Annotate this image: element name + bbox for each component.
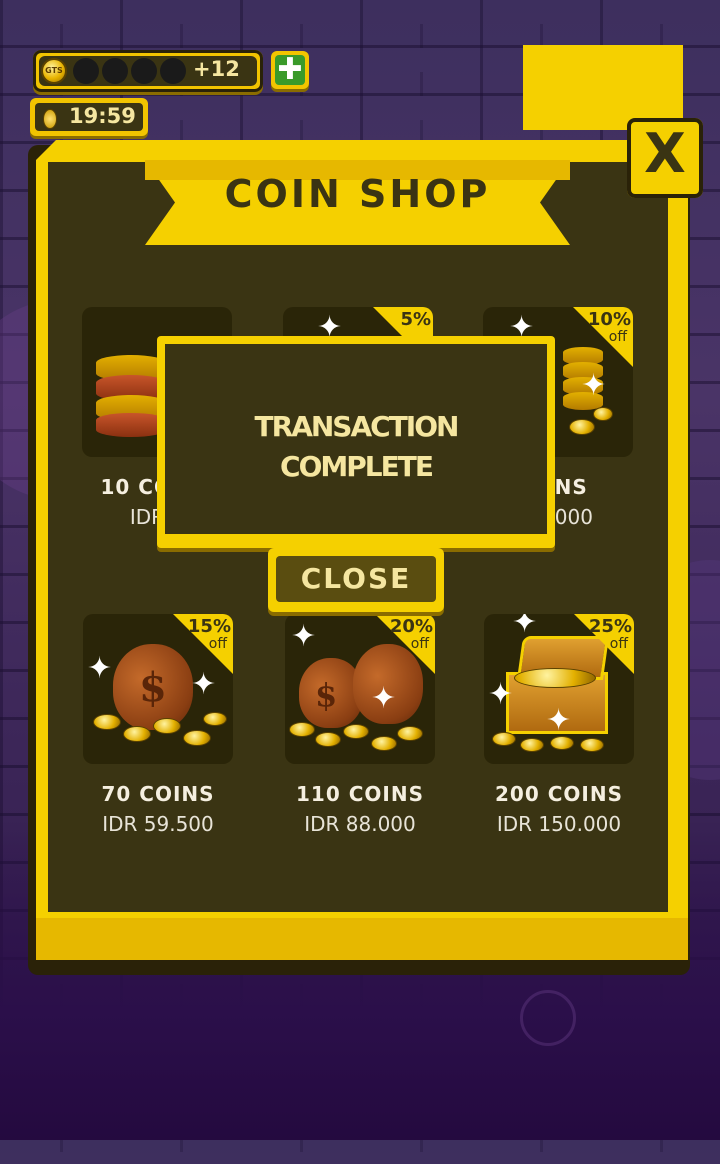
discount-percent: 15% [187,616,231,637]
timer-text: 19:59 [69,104,136,128]
masked-digit [73,58,99,84]
close-popup-button[interactable]: CLOSE [268,548,444,612]
coin [203,712,227,726]
item-name: 200 COINS [495,782,623,806]
page-title: COIN SHOP [224,172,491,216]
coin [123,726,151,742]
coin [93,714,121,730]
discount-off: off [208,636,227,652]
dollar-sign: $ [315,676,338,714]
close-shop-button[interactable]: X [627,118,703,198]
sparkle-icon: ✦ [371,681,397,716]
coin [371,736,397,751]
add-coins-button[interactable]: ✚ [271,51,309,89]
coin [492,732,516,746]
discount-off: off [410,636,429,652]
coin [289,722,315,737]
discount-off: off [608,329,627,345]
shop-item-110-coins[interactable]: $ ✦ ✦ 20% off 110 COINS IDR 88.000 [285,614,485,854]
coin-pile [514,668,596,688]
treasure-chest-image: ✦ ✦ ✦ 25% off [484,614,634,764]
coin [593,407,613,421]
coin [550,736,574,750]
discount-percent: 20% [389,616,433,637]
shop-panel-base [36,918,688,960]
timer-inner: 19:59 [35,103,143,131]
coin-balance-bar: GTS +12 [33,50,263,92]
coin [183,730,211,746]
coin-icon: GTS [41,58,67,84]
masked-digit [102,58,128,84]
discount-percent: 25% [588,616,632,637]
coin [397,726,423,741]
shop-item-70-coins[interactable]: $ ✦ ✦ 15% off 70 COINS IDR 59.500 [83,614,283,854]
close-button-label: CLOSE [276,556,436,602]
item-name: 70 COINS [101,782,215,806]
coin [343,724,369,739]
item-price: IDR 150.000 [496,812,622,836]
basketball-doodle [520,990,576,1046]
timer-coin-icon [43,109,57,129]
coin-bag-image: $ ✦ ✦ 15% off [83,614,233,764]
coin [153,718,181,734]
sparkle-icon: ✦ [87,651,113,686]
sparkle-icon: ✦ [546,703,572,738]
sparkle-icon: ✦ [488,677,514,712]
coin-delta: +12 [193,57,240,81]
plus-icon: ✚ [275,55,305,85]
coin [315,732,341,747]
discount-percent: 5% [400,309,431,330]
popup-message-line2: COMPLETE [280,450,434,483]
sparkle-icon: ✦ [191,667,217,702]
shop-item-200-coins[interactable]: ✦ ✦ ✦ 25% off 200 COINS IDR 150.000 [484,614,684,854]
masked-digit [131,58,157,84]
coin-bags-image: $ ✦ ✦ 20% off [285,614,435,764]
sparkle-icon: ✦ [581,368,607,403]
dollar-sign: $ [139,664,167,711]
coin [569,419,595,435]
timer-badge: 19:59 [30,98,148,136]
transaction-popup: TRANSACTION COMPLETE [157,336,555,548]
sparkle-icon: ✦ [291,619,317,654]
sparkle-icon: ✦ [512,614,538,640]
popup-message-line1: TRANSACTION [254,410,460,443]
discount-percent: 10% [587,309,631,330]
item-price: IDR 88.000 [304,812,416,836]
close-x-icon: X [644,122,686,185]
coin [520,738,544,752]
popup-body: TRANSACTION COMPLETE [165,344,547,534]
coin [580,738,604,752]
item-price: IDR 59.500 [102,812,214,836]
masked-digit [160,58,186,84]
item-name: 110 COINS [296,782,424,806]
discount-off: off [609,636,628,652]
coin-stack [96,413,166,437]
